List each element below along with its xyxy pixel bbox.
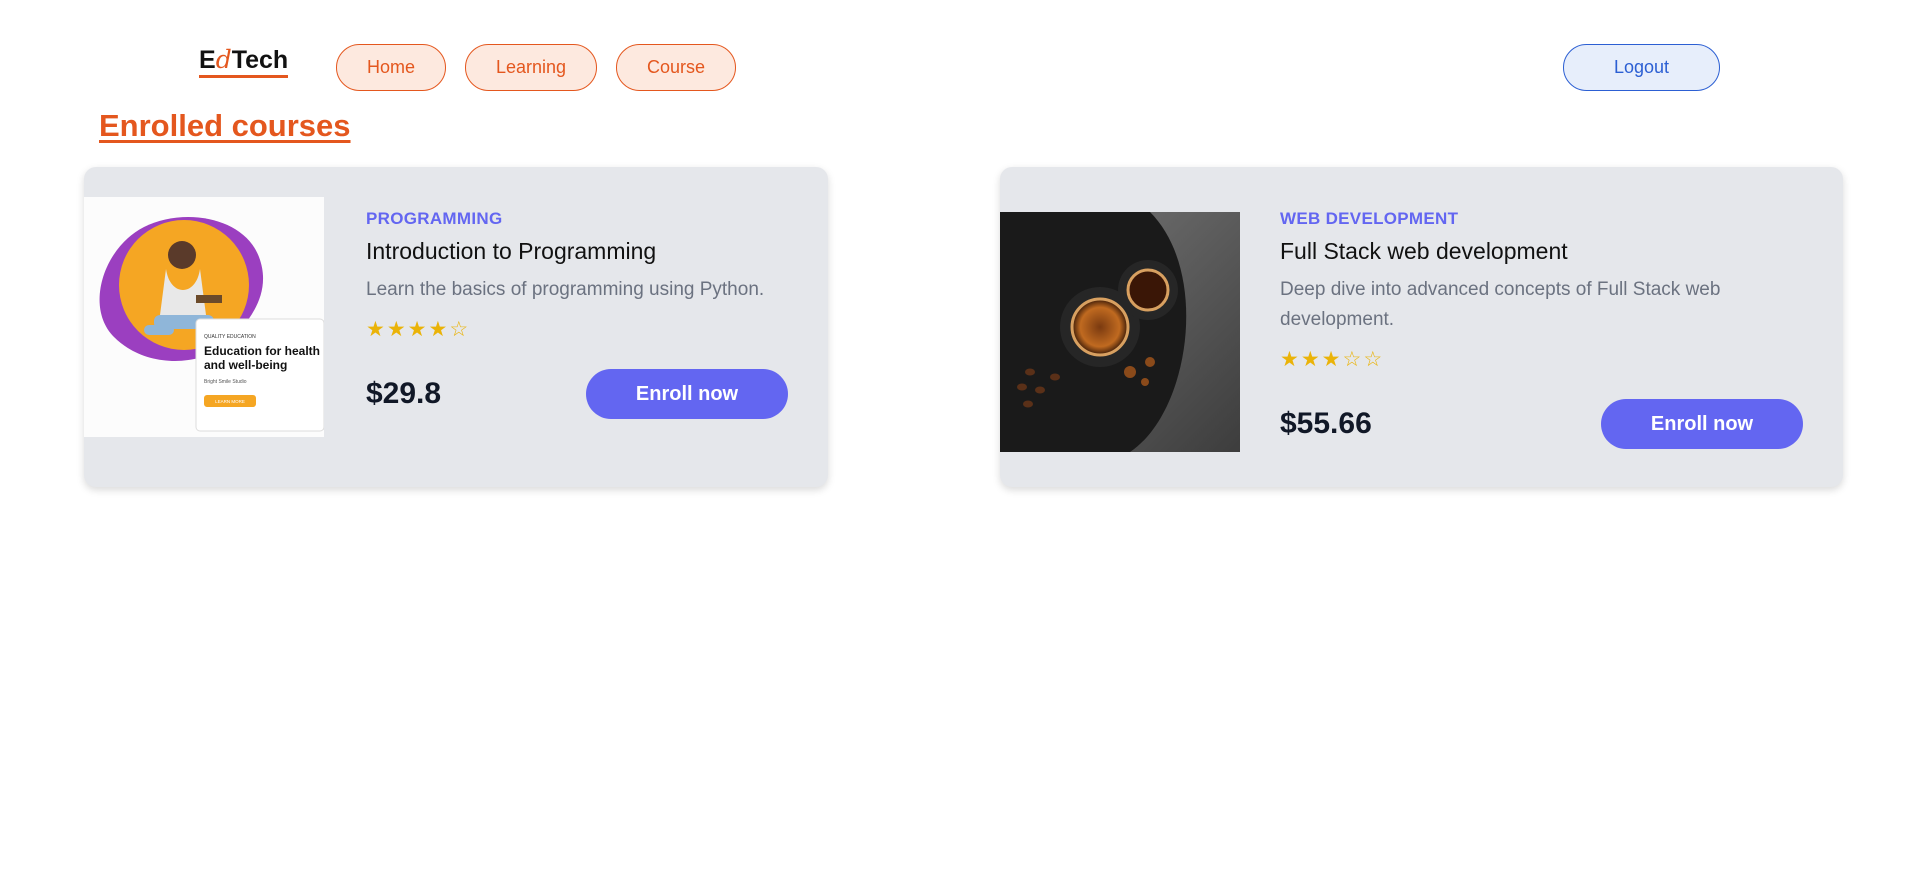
course-details: PROGRAMMING Introduction to Programming … [366,209,788,419]
promo-headline-2: and well-being [204,358,287,372]
course-details: WEB DEVELOPMENT Full Stack web developme… [1280,209,1803,449]
logo-text-prefix: E [199,46,216,74]
nav-course-button[interactable]: Course [616,44,736,91]
coffee-cups-image [1000,212,1240,452]
star-filled-icon: ★ [1300,348,1320,371]
star-empty-icon: ☆ [1363,348,1383,371]
star-filled-icon: ★ [1280,348,1299,371]
course-price: $29.8 [366,377,442,410]
promo-headline-1: Education for health [204,344,320,358]
star-empty-icon: ☆ [1342,348,1362,371]
star-filled-icon: ★ [407,318,427,341]
edtech-logo[interactable]: EdTech [199,45,289,78]
top-navbar: EdTech Home Learning Course Logout [0,0,1918,110]
star-filled-icon: ★ [428,318,448,341]
course-category: PROGRAMMING [366,209,503,228]
course-title: Introduction to Programming [366,238,657,264]
rating-stars: ★ ★ ★ ☆ ☆ [1280,349,1803,371]
course-category: WEB DEVELOPMENT [1280,209,1459,228]
rating-stars: ★ ★ ★ ★ ☆ [366,319,788,341]
course-description: Learn the basics of programming using Py… [366,279,765,300]
course-card: QUALITY EDUCATION Education for health a… [84,167,828,487]
course-card: WEB DEVELOPMENT Full Stack web developme… [1000,167,1843,487]
course-title: Full Stack web development [1280,238,1568,264]
page-title: Enrolled courses [99,108,351,143]
logo-text-suffix: Tech [231,46,289,74]
nav-home-button[interactable]: Home [336,44,446,91]
logo-text-middle: d [215,45,232,74]
education-promo-image: QUALITY EDUCATION Education for health a… [84,197,324,437]
star-empty-icon: ☆ [449,318,469,341]
price-row: $29.8 Enroll now [366,369,788,419]
enroll-now-button[interactable]: Enroll now [1601,399,1803,449]
course-thumbnail [1000,212,1240,452]
course-price: $55.66 [1280,407,1372,440]
price-row: $55.66 Enroll now [1280,399,1803,449]
star-filled-icon: ★ [386,318,406,341]
logout-button[interactable]: Logout [1563,44,1720,91]
promo-kicker: QUALITY EDUCATION [204,334,256,340]
promo-subtext: Bright Smile Studio [204,379,247,385]
promo-button-text: LEARN MORE [215,399,245,404]
enroll-now-button[interactable]: Enroll now [586,369,788,419]
star-filled-icon: ★ [366,318,385,341]
course-thumbnail: QUALITY EDUCATION Education for health a… [84,197,324,437]
star-filled-icon: ★ [1321,348,1341,371]
nav-learning-button[interactable]: Learning [465,44,597,91]
course-description: Deep dive into advanced concepts of Full… [1280,279,1721,330]
